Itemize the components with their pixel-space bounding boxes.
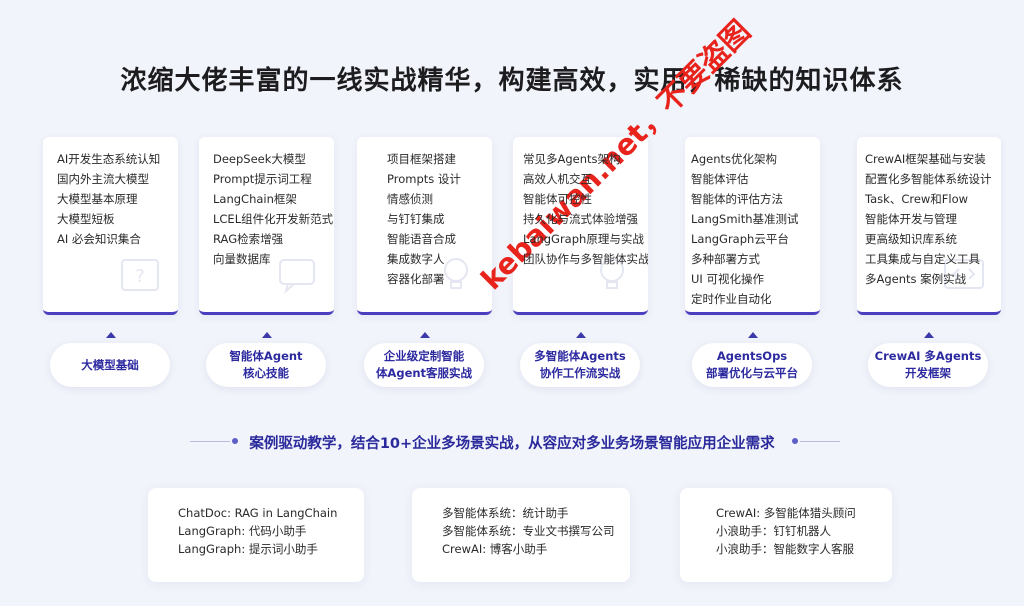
list-item: Prompt提示词工程: [213, 172, 312, 186]
list-item: 智能体可控性: [523, 192, 592, 206]
question-doc-icon: ?: [121, 259, 159, 291]
pointer-arrow-icon: [924, 332, 934, 338]
list-item: 配置化多智能体系统设计: [865, 172, 992, 186]
module-label-line1: AgentsOps: [716, 349, 788, 363]
list-item: 高效人机交互: [523, 172, 592, 186]
svg-text:?: ?: [135, 266, 145, 287]
list-item: UI 可视化操作: [691, 272, 764, 286]
module-label-line2: 体Agent客服实战: [375, 366, 473, 380]
module-label-line1: 大模型基础: [81, 357, 139, 372]
page-title: 浓缩大佬丰富的一线实战精华，构建高效，实用，稀缺的知识体系: [120, 66, 904, 96]
tagline: 案例驱动教学，结合10+企业多场景实战，从容应对多业务场景智能应用企业需求: [249, 436, 775, 452]
list-item: AI 必会知识集合: [57, 232, 141, 246]
list-item: 更高级知识库系统: [865, 232, 957, 246]
list-item: RAG检索增强: [213, 232, 284, 246]
list-item: DeepSeek大模型: [213, 152, 306, 166]
module-card-llm-basics: AI开发生态系统认知 国内外主流大模型 大模型基本原理 大模型短板 AI 必会知…: [43, 137, 178, 315]
list-item: 国内外主流大模型: [57, 172, 149, 186]
list-item: 大模型短板: [57, 212, 115, 226]
list-item: AI开发生态系统认知: [57, 152, 161, 166]
case-item: LangGraph: 提示词小助手: [178, 542, 318, 556]
list-item: Agents优化架构: [691, 152, 778, 166]
list-item: 向量数据库: [213, 252, 271, 266]
case-item: 小浪助手：智能数字人客服: [716, 542, 854, 556]
list-item: 智能体评估: [691, 172, 749, 186]
module-label-line2: 开发框架: [905, 366, 951, 380]
case-card: CrewAI: 多智能体猎头顾问 小浪助手：钉钉机器人 小浪助手：智能数字人客服: [680, 488, 892, 582]
list-item: 智能语音合成: [387, 232, 456, 246]
tagline-row: 案例驱动教学，结合10+企业多场景实战，从容应对多业务场景智能应用企业需求: [0, 430, 1024, 454]
case-item: LangGraph: 代码小助手: [178, 524, 307, 538]
list-item: 工具集成与自定义工具: [865, 252, 980, 266]
case-item: 小浪助手：钉钉机器人: [716, 524, 831, 538]
module-label-line2: 协作工作流实战: [539, 366, 621, 380]
module-label-agentsops: AgentsOps 部署优化与云平台: [692, 343, 812, 387]
module-label-line1: CrewAI 多Agents: [874, 349, 982, 363]
list-item: LangGraph原理与实战: [523, 232, 644, 246]
module-card-agent-core: DeepSeek大模型 Prompt提示词工程 LangChain框架 LCEL…: [199, 137, 334, 315]
list-item: 大模型基本原理: [57, 192, 138, 206]
list-item: LangGraph云平台: [691, 232, 789, 246]
list-item: 容器化部署: [387, 272, 445, 286]
module-label-line2: 部署优化与云平台: [706, 366, 798, 380]
list-item: 与钉钉集成: [387, 212, 445, 226]
list-item: Prompts 设计: [387, 172, 461, 186]
list-item: LangSmith基准测试: [691, 212, 799, 226]
case-card: 多智能体系统：统计助手 多智能体系统：专业文书撰写公司 CrewAI: 博客小助…: [412, 488, 630, 582]
list-item: 多Agents 案例实战: [865, 272, 967, 286]
list-item: 智能体的评估方法: [691, 192, 783, 206]
module-label-agent-core: 智能体Agent 核心技能: [206, 343, 326, 387]
case-item: CrewAI: 多智能体猎头顾问: [716, 506, 856, 520]
case-item: 多智能体系统：专业文书撰写公司: [442, 524, 615, 538]
list-item: CrewAI框架基础与安装: [865, 152, 986, 166]
module-label-customer-service: 企业级定制智能 体Agent客服实战: [364, 343, 484, 387]
module-card-agentsops: Agents优化架构 智能体评估 智能体的评估方法 LangSmith基准测试 …: [685, 137, 820, 315]
module-label-multi-agent: 多智能体Agents 协作工作流实战: [520, 343, 640, 387]
module-card-crewai: CrewAI框架基础与安装 配置化多智能体系统设计 Task、Crew和Flow…: [857, 137, 1001, 315]
list-item: LCEL组件化开发新范式: [213, 212, 334, 226]
list-item: 项目框架搭建: [387, 152, 456, 166]
list-item: 智能体开发与管理: [865, 212, 957, 226]
pointer-arrow-icon: [262, 332, 272, 338]
module-label-line1: 多智能体Agents: [534, 349, 626, 363]
list-item: 定时作业自动化: [691, 292, 772, 306]
module-label-line2: 核心技能: [243, 366, 289, 380]
module-label-crewai: CrewAI 多Agents 开发框架: [868, 343, 988, 387]
pointer-arrow-icon: [748, 332, 758, 338]
case-item: CrewAI: 博客小助手: [442, 542, 548, 556]
module-label-line1: 企业级定制智能: [383, 349, 465, 363]
list-item: LangChain框架: [213, 192, 297, 206]
pointer-arrow-icon: [106, 332, 116, 338]
list-item: Task、Crew和Flow: [865, 192, 969, 206]
list-item: 多种部署方式: [691, 252, 760, 266]
list-item: 持久化与流式体验增强: [523, 212, 638, 226]
case-item: 多智能体系统：统计助手: [442, 506, 569, 520]
pointer-arrow-icon: [420, 332, 430, 338]
module-label-line1: 智能体Agent: [229, 349, 303, 363]
list-item: 常见多Agents架构: [523, 152, 621, 166]
divider: [800, 441, 840, 442]
case-item: ChatDoc: RAG in LangChain: [178, 506, 338, 520]
bullet-dot-icon: [792, 438, 798, 444]
module-card-multi-agent: 常见多Agents架构 高效人机交互 智能体可控性 持久化与流式体验增强 Lan…: [513, 137, 648, 315]
pointer-arrow-icon: [576, 332, 586, 338]
list-item: 情感侦测: [387, 192, 433, 206]
list-item: 集成数字人: [387, 252, 445, 266]
case-card: ChatDoc: RAG in LangChain LangGraph: 代码小…: [148, 488, 364, 582]
list-item: 团队协作与多智能体实战: [523, 252, 648, 266]
module-label-llm-basics: 大模型基础: [50, 343, 170, 387]
module-card-customer-service: 项目框架搭建 Prompts 设计 情感侦测 与钉钉集成 智能语音合成 集成数字…: [357, 137, 492, 315]
